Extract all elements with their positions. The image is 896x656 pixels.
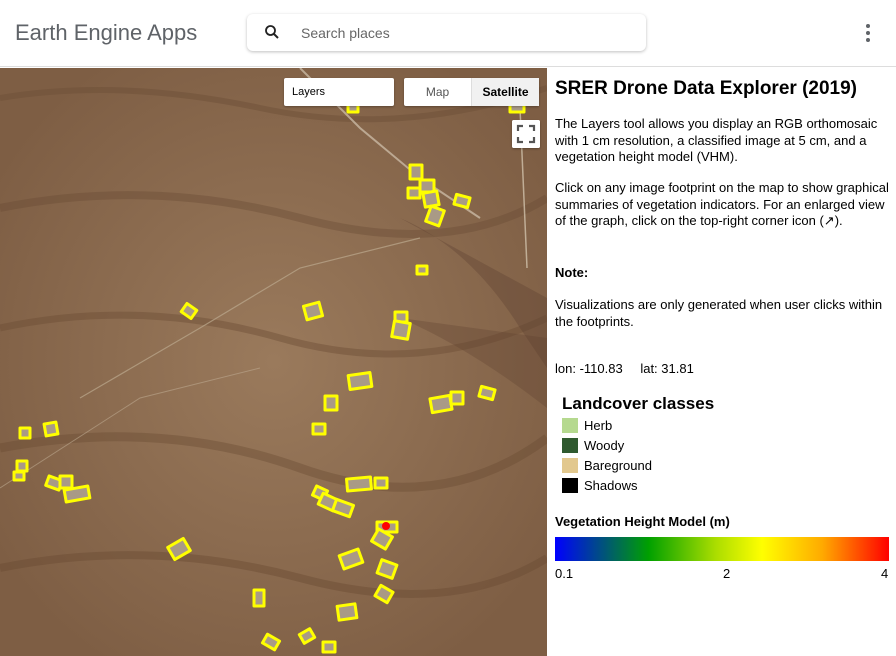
vhm-colorbar	[555, 537, 889, 561]
legend-label: Woody	[584, 437, 625, 453]
note-text: Visualizations are only generated when u…	[555, 297, 883, 329]
vhm-tick-max: 4	[881, 566, 889, 581]
search-box[interactable]	[247, 14, 646, 51]
layers-dropdown[interactable]: Layers	[284, 78, 394, 106]
search-icon	[265, 25, 279, 39]
top-bar: Earth Engine Apps	[0, 0, 896, 67]
fullscreen-icon[interactable]	[512, 120, 540, 148]
legend-label: Bareground	[584, 457, 652, 473]
legend-swatch-herb	[562, 417, 578, 433]
more-vert-icon[interactable]	[858, 22, 878, 44]
legend-item: Shadows	[562, 477, 637, 493]
vhm-tick-min: 0.1	[555, 566, 574, 581]
legend-item: Woody	[562, 437, 624, 453]
map-button[interactable]: Map	[404, 78, 471, 106]
map-view[interactable]: Layers Map Satellite	[0, 68, 547, 656]
vhm-tick-mid: 2	[723, 566, 731, 581]
lat-value: lat: 31.81	[640, 361, 694, 376]
legend-swatch-shadows	[562, 477, 578, 493]
legend-label: Herb	[584, 417, 613, 433]
satellite-imagery[interactable]	[0, 68, 547, 656]
app-title[interactable]: Earth Engine Apps	[15, 20, 197, 46]
layers-description: The Layers tool allows you display an RG…	[555, 116, 878, 164]
legend-item: Herb	[562, 417, 612, 433]
legend-swatch-woody	[562, 437, 578, 453]
panel-title: SRER Drone Data Explorer (2019)	[555, 78, 857, 99]
selected-point-marker	[382, 522, 390, 530]
legend-label: Shadows	[584, 477, 638, 493]
coordinates-readout: lon: -110.83 lat: 31.81	[555, 361, 708, 376]
satellite-button[interactable]: Satellite	[471, 78, 539, 106]
info-panel: SRER Drone Data Explorer (2019) The Laye…	[547, 68, 896, 656]
search-input[interactable]	[301, 22, 621, 44]
maptype-toggle: Map Satellite	[404, 78, 539, 106]
vhm-title: Vegetation Height Model (m)	[555, 514, 730, 529]
legend-title: Landcover classes	[562, 394, 715, 413]
note-label: Note:	[555, 265, 589, 280]
lon-value: lon: -110.83	[555, 361, 623, 376]
footprint-description: Click on any image footprint on the map …	[555, 180, 889, 228]
legend-item: Bareground	[562, 457, 652, 473]
legend-swatch-bareground	[562, 457, 578, 473]
